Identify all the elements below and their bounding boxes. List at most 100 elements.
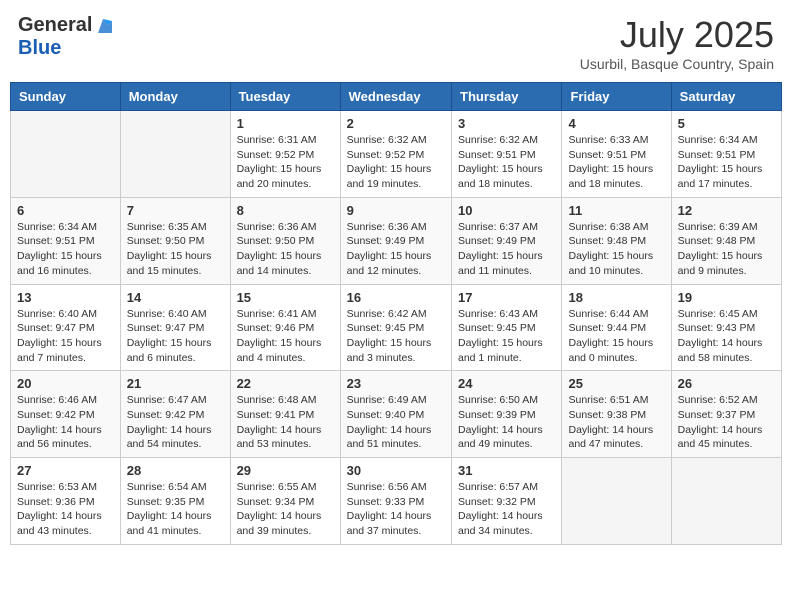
- day-number: 15: [237, 290, 334, 305]
- day-number: 9: [347, 203, 445, 218]
- calendar-table: SundayMondayTuesdayWednesdayThursdayFrid…: [10, 82, 782, 545]
- calendar-cell: 21 Sunrise: 6:47 AMSunset: 9:42 PMDayligh…: [120, 371, 230, 458]
- day-number: 17: [458, 290, 555, 305]
- calendar-cell: 30 Sunrise: 6:56 AMSunset: 9:33 PMDayligh…: [340, 458, 451, 545]
- day-number: 5: [678, 116, 775, 131]
- day-info: Sunrise: 6:41 AMSunset: 9:46 PMDaylight:…: [237, 307, 334, 366]
- calendar-cell: 2 Sunrise: 6:32 AMSunset: 9:52 PMDaylight…: [340, 111, 451, 198]
- day-info: Sunrise: 6:52 AMSunset: 9:37 PMDaylight:…: [678, 393, 775, 452]
- calendar-cell: 17 Sunrise: 6:43 AMSunset: 9:45 PMDayligh…: [452, 284, 562, 371]
- day-number: 30: [347, 463, 445, 478]
- day-info: Sunrise: 6:36 AMSunset: 9:50 PMDaylight:…: [237, 220, 334, 279]
- calendar-cell: 19 Sunrise: 6:45 AMSunset: 9:43 PMDayligh…: [671, 284, 781, 371]
- calendar-cell: 16 Sunrise: 6:42 AMSunset: 9:45 PMDayligh…: [340, 284, 451, 371]
- day-info: Sunrise: 6:35 AMSunset: 9:50 PMDaylight:…: [127, 220, 224, 279]
- day-number: 23: [347, 376, 445, 391]
- day-number: 22: [237, 376, 334, 391]
- day-info: Sunrise: 6:32 AMSunset: 9:52 PMDaylight:…: [347, 133, 445, 192]
- calendar-week-row: 27 Sunrise: 6:53 AMSunset: 9:36 PMDayligh…: [11, 458, 782, 545]
- calendar-cell: 12 Sunrise: 6:39 AMSunset: 9:48 PMDayligh…: [671, 197, 781, 284]
- day-number: 28: [127, 463, 224, 478]
- day-info: Sunrise: 6:44 AMSunset: 9:44 PMDaylight:…: [568, 307, 664, 366]
- header-friday: Friday: [562, 83, 671, 111]
- calendar-cell: 1 Sunrise: 6:31 AMSunset: 9:52 PMDaylight…: [230, 111, 340, 198]
- calendar-cell: [671, 458, 781, 545]
- day-info: Sunrise: 6:36 AMSunset: 9:49 PMDaylight:…: [347, 220, 445, 279]
- day-number: 25: [568, 376, 664, 391]
- day-number: 2: [347, 116, 445, 131]
- calendar-cell: 14 Sunrise: 6:40 AMSunset: 9:47 PMDayligh…: [120, 284, 230, 371]
- calendar-cell: [11, 111, 121, 198]
- day-number: 10: [458, 203, 555, 218]
- day-number: 19: [678, 290, 775, 305]
- day-info: Sunrise: 6:34 AMSunset: 9:51 PMDaylight:…: [678, 133, 775, 192]
- calendar-week-row: 6Sunrise: 6:34 AMSunset: 9:51 PMDaylight…: [11, 197, 782, 284]
- day-number: 13: [17, 290, 114, 305]
- calendar-cell: [120, 111, 230, 198]
- day-number: 12: [678, 203, 775, 218]
- day-number: 7: [127, 203, 224, 218]
- day-info: Sunrise: 6:54 AMSunset: 9:35 PMDaylight:…: [127, 480, 224, 539]
- day-info: Sunrise: 6:38 AMSunset: 9:48 PMDaylight:…: [568, 220, 664, 279]
- calendar-cell: 28 Sunrise: 6:54 AMSunset: 9:35 PMDayligh…: [120, 458, 230, 545]
- calendar-cell: 22 Sunrise: 6:48 AMSunset: 9:41 PMDayligh…: [230, 371, 340, 458]
- calendar-cell: 4 Sunrise: 6:33 AMSunset: 9:51 PMDaylight…: [562, 111, 671, 198]
- day-info: Sunrise: 6:42 AMSunset: 9:45 PMDaylight:…: [347, 307, 445, 366]
- day-info: Sunrise: 6:31 AMSunset: 9:52 PMDaylight:…: [237, 133, 334, 192]
- day-info: Sunrise: 6:43 AMSunset: 9:45 PMDaylight:…: [458, 307, 555, 366]
- calendar-cell: 23Sunrise: 6:49 AMSunset: 9:40 PMDayligh…: [340, 371, 451, 458]
- day-number: 21: [127, 376, 224, 391]
- day-info: Sunrise: 6:45 AMSunset: 9:43 PMDaylight:…: [678, 307, 775, 366]
- calendar-cell: 31Sunrise: 6:57 AMSunset: 9:32 PMDayligh…: [452, 458, 562, 545]
- header-wednesday: Wednesday: [340, 83, 451, 111]
- calendar-cell: 5 Sunrise: 6:34 AMSunset: 9:51 PMDaylight…: [671, 111, 781, 198]
- calendar-cell: 27 Sunrise: 6:53 AMSunset: 9:36 PMDayligh…: [11, 458, 121, 545]
- calendar-week-row: 20 Sunrise: 6:46 AMSunset: 9:42 PMDayligh…: [11, 371, 782, 458]
- day-info: Sunrise: 6:39 AMSunset: 9:48 PMDaylight:…: [678, 220, 775, 279]
- calendar-cell: 11Sunrise: 6:38 AMSunset: 9:48 PMDayligh…: [562, 197, 671, 284]
- calendar-week-row: 1 Sunrise: 6:31 AMSunset: 9:52 PMDaylight…: [11, 111, 782, 198]
- header-tuesday: Tuesday: [230, 83, 340, 111]
- day-number: 6: [17, 203, 114, 218]
- day-number: 20: [17, 376, 114, 391]
- calendar-cell: 6Sunrise: 6:34 AMSunset: 9:51 PMDaylight…: [11, 197, 121, 284]
- day-info: Sunrise: 6:56 AMSunset: 9:33 PMDaylight:…: [347, 480, 445, 539]
- day-info: Sunrise: 6:46 AMSunset: 9:42 PMDaylight:…: [17, 393, 114, 452]
- day-info: Sunrise: 6:47 AMSunset: 9:42 PMDaylight:…: [127, 393, 224, 452]
- calendar-cell: 25 Sunrise: 6:51 AMSunset: 9:38 PMDayligh…: [562, 371, 671, 458]
- day-number: 1: [237, 116, 334, 131]
- day-info: Sunrise: 6:40 AMSunset: 9:47 PMDaylight:…: [127, 307, 224, 366]
- day-info: Sunrise: 6:48 AMSunset: 9:41 PMDaylight:…: [237, 393, 334, 452]
- logo-blue: Blue: [18, 37, 61, 59]
- page-header: General Blue July 2025 Usurbil, Basque C…: [10, 10, 782, 76]
- day-info: Sunrise: 6:33 AMSunset: 9:51 PMDaylight:…: [568, 133, 664, 192]
- day-number: 24: [458, 376, 555, 391]
- calendar-cell: 26 Sunrise: 6:52 AMSunset: 9:37 PMDayligh…: [671, 371, 781, 458]
- day-info: Sunrise: 6:55 AMSunset: 9:34 PMDaylight:…: [237, 480, 334, 539]
- day-info: Sunrise: 6:40 AMSunset: 9:47 PMDaylight:…: [17, 307, 114, 366]
- day-number: 26: [678, 376, 775, 391]
- logo-general: General: [18, 14, 92, 37]
- calendar-cell: 29 Sunrise: 6:55 AMSunset: 9:34 PMDayligh…: [230, 458, 340, 545]
- day-number: 14: [127, 290, 224, 305]
- day-number: 8: [237, 203, 334, 218]
- title-section: July 2025 Usurbil, Basque Country, Spain: [580, 14, 774, 72]
- calendar-week-row: 13 Sunrise: 6:40 AMSunset: 9:47 PMDayligh…: [11, 284, 782, 371]
- day-info: Sunrise: 6:32 AMSunset: 9:51 PMDaylight:…: [458, 133, 555, 192]
- calendar-cell: 7 Sunrise: 6:35 AMSunset: 9:50 PMDaylight…: [120, 197, 230, 284]
- day-info: Sunrise: 6:51 AMSunset: 9:38 PMDaylight:…: [568, 393, 664, 452]
- header-sunday: Sunday: [11, 83, 121, 111]
- calendar-cell: 15 Sunrise: 6:41 AMSunset: 9:46 PMDayligh…: [230, 284, 340, 371]
- calendar-cell: [562, 458, 671, 545]
- logo-icon: [94, 17, 112, 33]
- logo: General Blue: [18, 14, 112, 60]
- header-thursday: Thursday: [452, 83, 562, 111]
- day-number: 3: [458, 116, 555, 131]
- day-number: 16: [347, 290, 445, 305]
- location-title: Usurbil, Basque Country, Spain: [580, 56, 774, 72]
- day-number: 29: [237, 463, 334, 478]
- day-info: Sunrise: 6:53 AMSunset: 9:36 PMDaylight:…: [17, 480, 114, 539]
- day-number: 4: [568, 116, 664, 131]
- day-number: 27: [17, 463, 114, 478]
- day-info: Sunrise: 6:50 AMSunset: 9:39 PMDaylight:…: [458, 393, 555, 452]
